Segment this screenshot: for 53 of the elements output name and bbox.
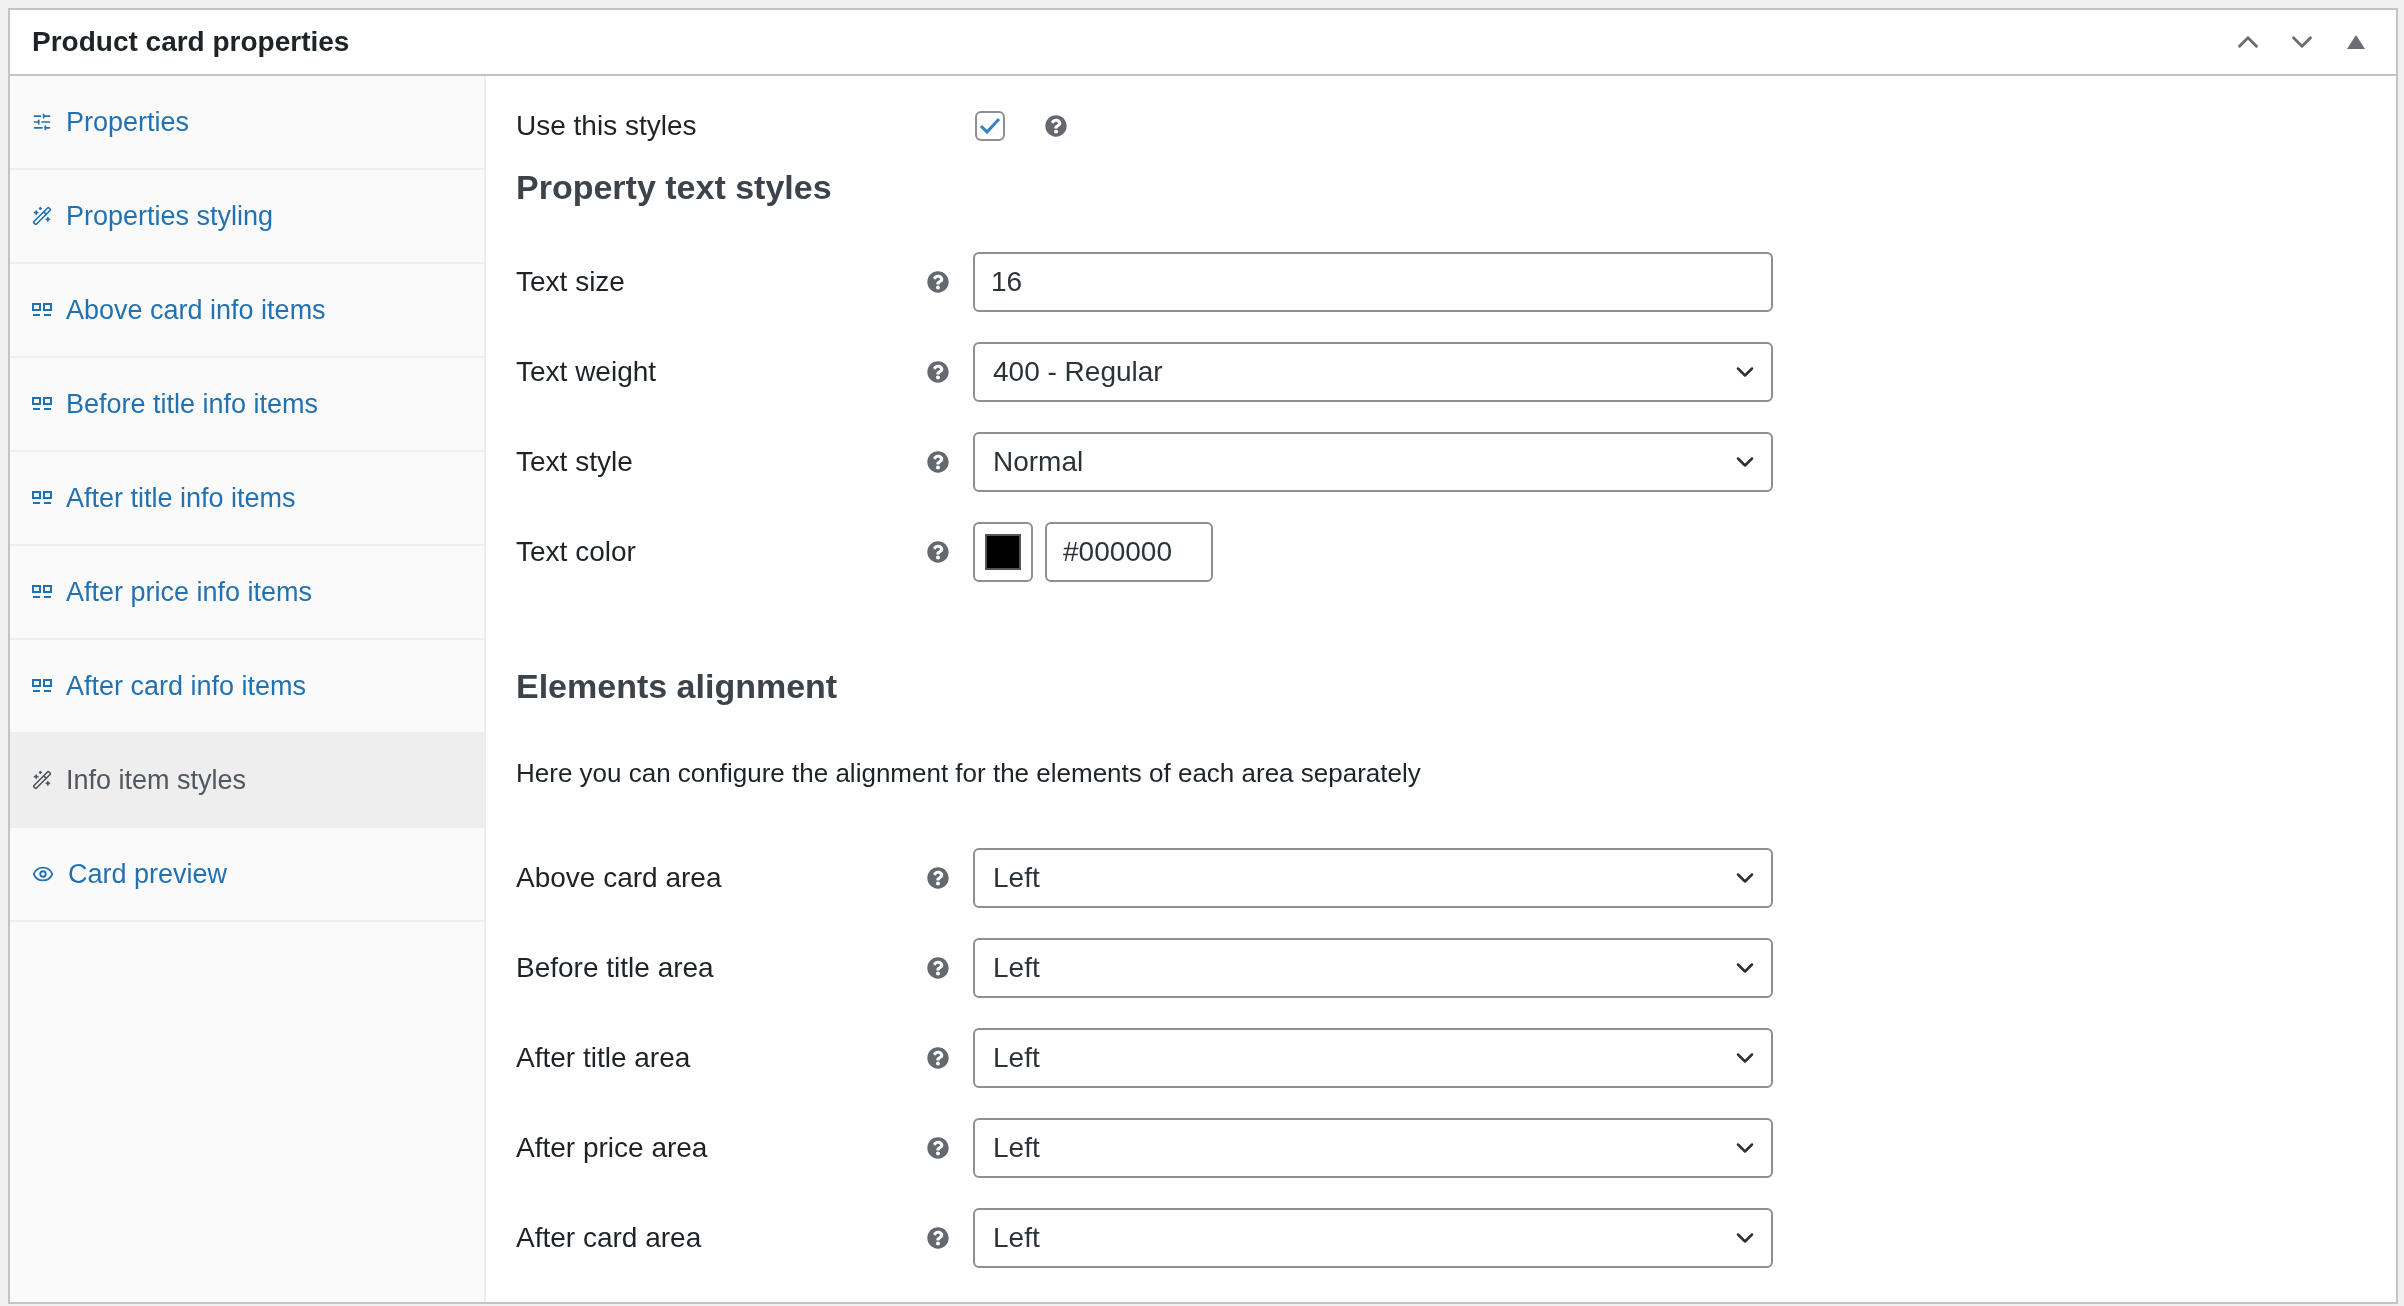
panel-title: Product card properties — [32, 26, 350, 58]
select-dropdown[interactable]: Left — [973, 938, 1773, 998]
select-dropdown[interactable]: Left — [973, 1208, 1773, 1268]
grid-icon — [32, 679, 52, 693]
section-heading: Elements alignment — [516, 667, 839, 706]
sidebar-item[interactable]: Info item styles — [10, 734, 484, 828]
help-icon[interactable] — [927, 867, 949, 889]
sidebar-item[interactable]: After price info items — [10, 546, 484, 640]
help-icon[interactable] — [927, 1047, 949, 1069]
field-label: Text color — [516, 536, 637, 568]
section-description: Here you can configure the alignment for the elements of each area separately — [516, 758, 1422, 789]
help-icon[interactable] — [927, 361, 949, 383]
help-icon[interactable] — [1045, 115, 1067, 137]
grid-icon — [32, 491, 52, 505]
color-hex-field[interactable]: #000000 — [1045, 522, 1213, 582]
section-heading: Property text styles — [516, 168, 833, 207]
grid-icon — [32, 397, 52, 411]
field-label: Above card area — [516, 862, 723, 894]
help-icon[interactable] — [927, 541, 949, 563]
select-dropdown[interactable]: Left — [973, 848, 1773, 908]
grid-icon — [32, 303, 52, 317]
sidebar-item[interactable]: After title info items — [10, 452, 484, 546]
select-dropdown[interactable]: Normal — [973, 432, 1773, 492]
text-size-field[interactable]: 16 — [973, 252, 1773, 312]
grid-icon — [32, 585, 52, 599]
sidebar-item[interactable]: Above card info items — [10, 264, 484, 358]
field-label: Text weight — [516, 356, 658, 388]
sidebar-item[interactable]: Properties — [10, 76, 484, 170]
field-label: Before title area — [516, 952, 715, 984]
select-dropdown[interactable]: Left — [973, 1118, 1773, 1178]
field-label: Use this styles — [516, 110, 698, 142]
field-label: Text size — [516, 266, 626, 298]
color-swatch[interactable] — [973, 522, 1033, 582]
sidebar-item[interactable]: Before title info items — [10, 358, 484, 452]
triangle-up-icon — [2347, 35, 2365, 49]
help-icon[interactable] — [927, 271, 949, 293]
help-icon[interactable] — [927, 1137, 949, 1159]
sliders-icon — [32, 112, 52, 132]
help-icon[interactable] — [927, 1227, 949, 1249]
select-dropdown[interactable]: Left — [973, 1028, 1773, 1088]
sidebar-item[interactable]: Card preview — [10, 828, 484, 922]
checkbox[interactable] — [975, 111, 1005, 141]
sidebar-item[interactable]: Properties styling — [10, 170, 484, 264]
magic-wand-icon — [32, 770, 52, 790]
help-icon[interactable] — [927, 957, 949, 979]
field-label: After card area — [516, 1222, 703, 1254]
field-label: After price area — [516, 1132, 709, 1164]
checkmark-icon — [979, 117, 1001, 135]
help-icon[interactable] — [927, 451, 949, 473]
magic-wand-icon — [32, 206, 52, 226]
field-label: Text style — [516, 446, 634, 478]
field-label: After title area — [516, 1042, 692, 1074]
select-dropdown[interactable]: 400 - Regular — [973, 342, 1773, 402]
